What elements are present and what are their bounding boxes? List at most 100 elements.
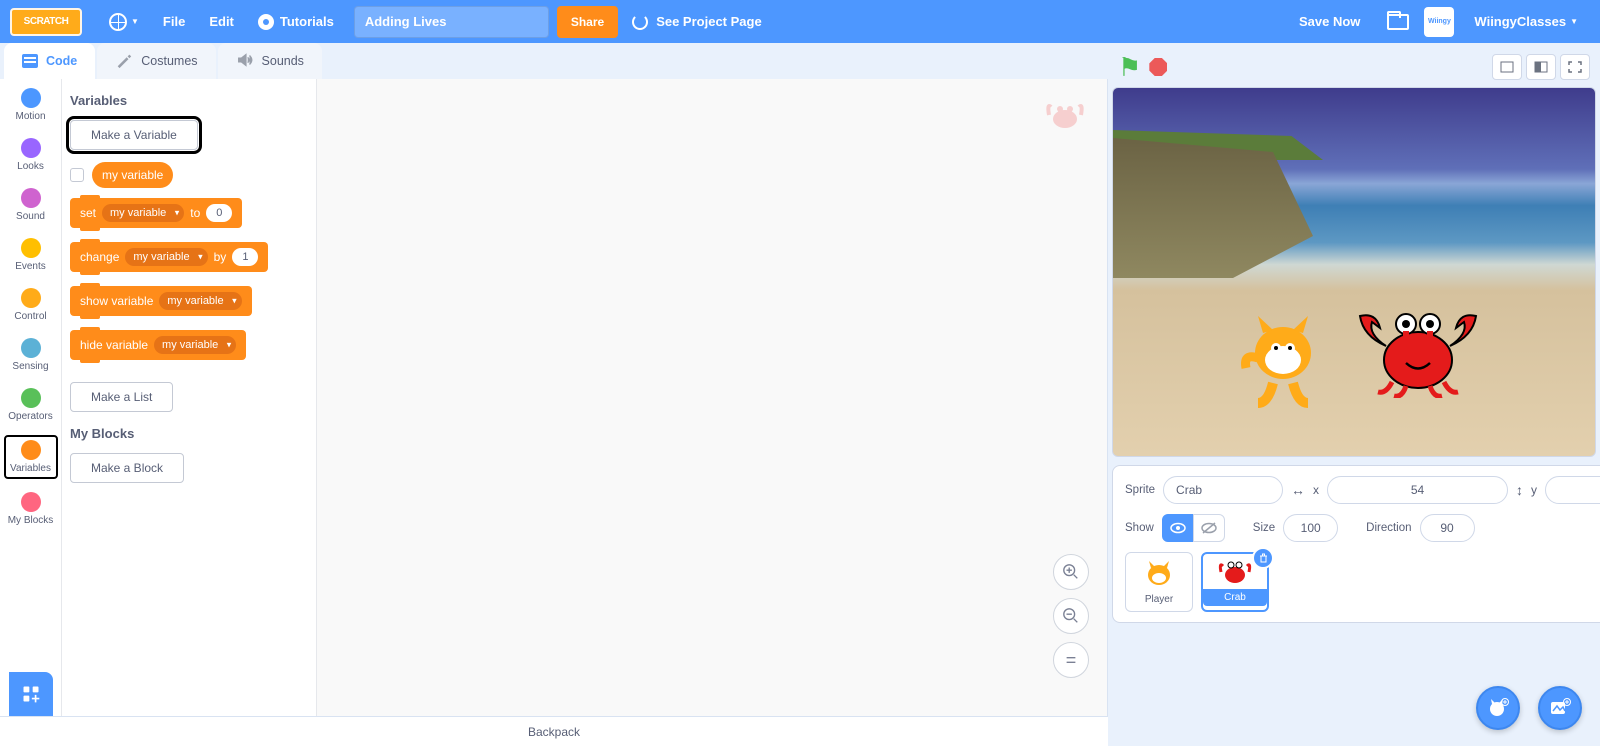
sensing-dot-icon — [21, 338, 41, 358]
scratch-logo[interactable]: SCRATCH — [10, 8, 82, 36]
stop-button[interactable] — [1149, 58, 1167, 76]
large-stage-button[interactable] — [1526, 54, 1556, 80]
category-looks-label: Looks — [17, 161, 44, 172]
show-label: Show — [1125, 522, 1154, 534]
small-stage-icon — [1500, 61, 1514, 73]
add-backdrop-button[interactable] — [1538, 686, 1582, 730]
script-workspace[interactable]: = — [317, 79, 1107, 716]
add-sprite-button[interactable] — [1476, 686, 1520, 730]
category-control[interactable]: Control — [4, 285, 58, 325]
variable-visibility-checkbox[interactable] — [70, 168, 84, 182]
project-title-input[interactable]: Adding Lives — [354, 6, 549, 38]
change-var-arg[interactable]: my variable — [125, 248, 207, 266]
lightbulb-icon — [258, 14, 274, 30]
edit-menu[interactable]: Edit — [197, 0, 246, 43]
eye-icon — [1170, 522, 1186, 534]
category-operators[interactable]: Operators — [4, 385, 58, 425]
stage-canvas[interactable] — [1112, 87, 1596, 457]
category-sensing[interactable]: Sensing — [4, 335, 58, 375]
hide-label: hide variable — [80, 338, 148, 352]
backpack-toggle[interactable]: Backpack — [0, 716, 1108, 746]
tab-costumes[interactable]: Costumes — [97, 43, 215, 79]
crab-sprite-on-stage[interactable] — [1348, 298, 1488, 398]
category-events[interactable]: Events — [4, 235, 58, 275]
make-block-button[interactable]: Make a Block — [70, 453, 184, 483]
by-label: by — [214, 250, 227, 264]
stage-header: ⚑ — [1112, 47, 1596, 87]
account-menu[interactable]: WiingyClasses ▼ — [1462, 0, 1590, 43]
sprite-name-input[interactable] — [1163, 476, 1283, 504]
zoom-reset-button[interactable]: = — [1053, 642, 1089, 678]
direction-label: Direction — [1366, 522, 1411, 534]
block-show-variable[interactable]: show variable my variable — [70, 286, 252, 316]
tab-costumes-label: Costumes — [141, 54, 197, 68]
delete-sprite-button[interactable] — [1252, 547, 1274, 569]
save-now-button[interactable]: Save Now — [1287, 0, 1372, 43]
folder-icon[interactable] — [1387, 14, 1409, 30]
category-variables[interactable]: Variables — [4, 435, 58, 479]
block-set-variable[interactable]: set my variable to 0 — [70, 198, 242, 228]
zoom-in-button[interactable] — [1053, 554, 1089, 590]
tutorials-label: Tutorials — [280, 14, 334, 29]
player-sprite-on-stage[interactable] — [1238, 308, 1328, 408]
sprite-x-input[interactable] — [1327, 476, 1508, 504]
share-button[interactable]: Share — [557, 6, 618, 38]
make-list-button[interactable]: Make a List — [70, 382, 173, 412]
operators-dot-icon — [21, 388, 41, 408]
events-dot-icon — [21, 238, 41, 258]
player-thumb-icon — [1141, 559, 1177, 591]
category-sound-label: Sound — [16, 211, 45, 222]
sprite-info-panel: Sprite ↔ x ↕ y Show Size — [1112, 465, 1600, 623]
to-label: to — [190, 206, 200, 220]
category-myblocks[interactable]: My Blocks — [4, 489, 58, 529]
language-menu[interactable]: ▼ — [97, 0, 151, 43]
small-stage-button[interactable] — [1492, 54, 1522, 80]
block-change-variable[interactable]: change my variable by 1 — [70, 242, 268, 272]
equals-icon: = — [1066, 650, 1077, 671]
category-looks[interactable]: Looks — [4, 135, 58, 175]
hide-var-arg[interactable]: my variable — [154, 336, 236, 354]
block-hide-variable[interactable]: hide variable my variable — [70, 330, 246, 360]
show-var-arg[interactable]: my variable — [159, 292, 241, 310]
show-sprite-button[interactable] — [1162, 514, 1194, 542]
make-variable-button[interactable]: Make a Variable — [70, 120, 198, 150]
sprite-direction-input[interactable] — [1420, 514, 1475, 542]
editor-tabs: Code Costumes Sounds — [0, 43, 1108, 79]
tab-code[interactable]: Code — [4, 43, 95, 79]
zoom-out-button[interactable] — [1053, 598, 1089, 634]
hide-sprite-button[interactable] — [1193, 514, 1225, 542]
sprite-card-player[interactable]: Player — [1125, 552, 1193, 612]
image-plus-icon — [1549, 697, 1571, 719]
set-value-input[interactable]: 0 — [206, 204, 232, 222]
category-sound[interactable]: Sound — [4, 185, 58, 225]
tab-sounds[interactable]: Sounds — [218, 43, 322, 79]
variables-header: Variables — [70, 93, 308, 108]
sprite-size-input[interactable] — [1283, 514, 1338, 542]
file-menu[interactable]: File — [151, 0, 197, 43]
see-project-page-button[interactable]: See Project Page — [618, 0, 776, 43]
category-motion[interactable]: Motion — [4, 85, 58, 125]
set-var-arg[interactable]: my variable — [102, 204, 184, 222]
variable-reporter-row: my variable — [70, 162, 308, 188]
main-layout: Code Costumes Sounds Motion Looks Sound — [0, 43, 1600, 746]
looks-dot-icon — [21, 138, 41, 158]
code-icon — [22, 54, 38, 68]
globe-icon — [109, 13, 127, 31]
size-label: Size — [1253, 522, 1275, 534]
block-variable-reporter[interactable]: my variable — [92, 162, 173, 188]
eye-off-icon — [1201, 522, 1217, 534]
change-value-input[interactable]: 1 — [232, 248, 258, 266]
y-arrows-icon: ↕ — [1516, 482, 1523, 498]
zoom-controls: = — [1053, 554, 1089, 678]
fullscreen-button[interactable] — [1560, 54, 1590, 80]
sprite-card-player-name: Player — [1145, 594, 1173, 605]
green-flag-button[interactable]: ⚑ — [1118, 52, 1141, 83]
add-extension-button[interactable] — [9, 672, 53, 716]
stage-section: ⚑ — [1108, 43, 1600, 746]
variables-dot-icon — [21, 440, 41, 460]
sprite-y-input[interactable] — [1545, 476, 1600, 504]
x-arrows-icon: ↔ — [1291, 482, 1305, 498]
sprite-card-crab[interactable]: Crab — [1201, 552, 1269, 612]
tutorials-button[interactable]: Tutorials — [246, 0, 346, 43]
brush-icon — [115, 51, 133, 72]
